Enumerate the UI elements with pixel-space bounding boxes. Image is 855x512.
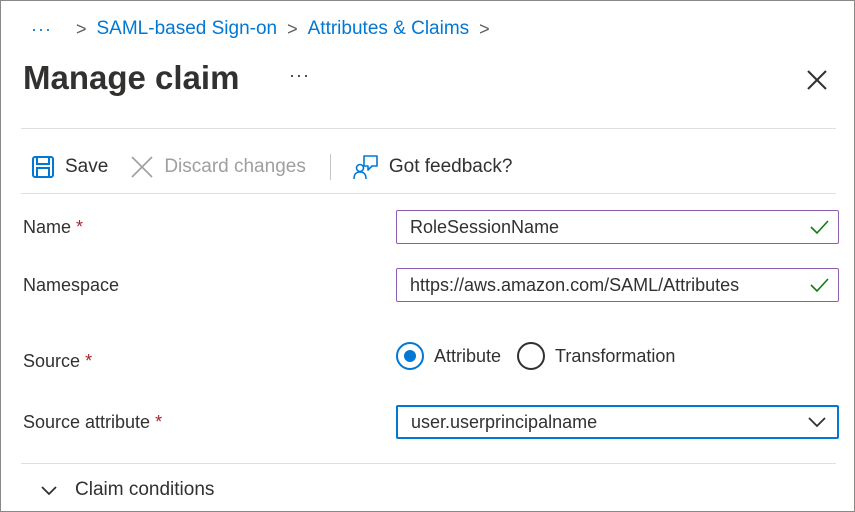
checkmark-icon bbox=[810, 220, 829, 235]
claim-conditions-label: Claim conditions bbox=[75, 479, 215, 500]
radio-checked-icon bbox=[396, 342, 424, 370]
required-asterisk: * bbox=[155, 412, 163, 432]
namespace-input[interactable]: https://aws.amazon.com/SAML/Attributes bbox=[396, 268, 839, 302]
source-attribute-label-text: Source attribute bbox=[23, 412, 151, 432]
divider bbox=[21, 463, 836, 464]
close-icon bbox=[807, 70, 827, 90]
manage-claim-panel: ··· > SAML-based Sign-on > Attributes & … bbox=[0, 0, 855, 512]
chevron-down-icon bbox=[808, 417, 826, 428]
breadcrumb-saml-sign-on[interactable]: SAML-based Sign-on bbox=[97, 18, 278, 40]
discard-icon bbox=[131, 156, 153, 178]
source-attribute-value: user.userprincipalname bbox=[411, 411, 598, 432]
source-radio-group: Attribute Transformation bbox=[396, 342, 675, 370]
checkmark-icon bbox=[810, 278, 829, 293]
command-bar: Save Discard changes Got feedback? bbox=[31, 151, 512, 183]
required-asterisk: * bbox=[76, 217, 84, 237]
breadcrumb-separator: > bbox=[287, 18, 298, 39]
radio-transformation-label: Transformation bbox=[555, 345, 676, 366]
namespace-value: https://aws.amazon.com/SAML/Attributes bbox=[410, 274, 740, 295]
divider bbox=[21, 193, 836, 194]
chevron-down-icon bbox=[41, 486, 57, 496]
feedback-label: Got feedback? bbox=[388, 156, 513, 177]
feedback-button[interactable]: Got feedback? bbox=[353, 154, 513, 180]
breadcrumb-more[interactable]: ··· bbox=[31, 19, 52, 40]
name-label-text: Name bbox=[23, 217, 72, 237]
breadcrumb-attributes-claims[interactable]: Attributes & Claims bbox=[308, 18, 470, 40]
breadcrumb-separator: > bbox=[479, 18, 490, 39]
discard-changes-label: Discard changes bbox=[164, 156, 306, 177]
page-title: Manage claim bbox=[23, 59, 240, 96]
radio-attribute-label: Attribute bbox=[434, 345, 502, 366]
toolbar-divider bbox=[329, 154, 331, 180]
required-asterisk: * bbox=[85, 351, 93, 371]
close-button[interactable] bbox=[804, 67, 830, 93]
save-icon bbox=[32, 156, 54, 178]
save-button[interactable]: Save bbox=[31, 155, 108, 179]
discard-changes-button[interactable]: Discard changes bbox=[130, 155, 306, 179]
source-attribute-label: Source attribute * bbox=[23, 412, 162, 433]
claim-conditions-toggle[interactable]: Claim conditions bbox=[39, 479, 214, 501]
name-value: RoleSessionName bbox=[410, 216, 560, 237]
feedback-icon bbox=[353, 155, 378, 180]
breadcrumb-separator: > bbox=[75, 18, 87, 39]
radio-attribute[interactable]: Attribute bbox=[396, 342, 501, 370]
more-options-button[interactable]: ··· bbox=[289, 65, 310, 86]
name-label: Name * bbox=[23, 217, 83, 238]
source-label: Source * bbox=[23, 351, 92, 372]
name-input[interactable]: RoleSessionName bbox=[396, 210, 839, 244]
source-attribute-dropdown[interactable]: user.userprincipalname bbox=[396, 405, 839, 439]
save-label: Save bbox=[65, 156, 109, 177]
namespace-label: Namespace bbox=[23, 275, 120, 295]
divider bbox=[21, 128, 836, 129]
breadcrumb: ··· > SAML-based Sign-on > Attributes & … bbox=[31, 17, 500, 41]
radio-transformation[interactable]: Transformation bbox=[517, 342, 675, 370]
radio-unchecked-icon bbox=[517, 342, 546, 370]
source-label-text: Source bbox=[23, 351, 81, 371]
